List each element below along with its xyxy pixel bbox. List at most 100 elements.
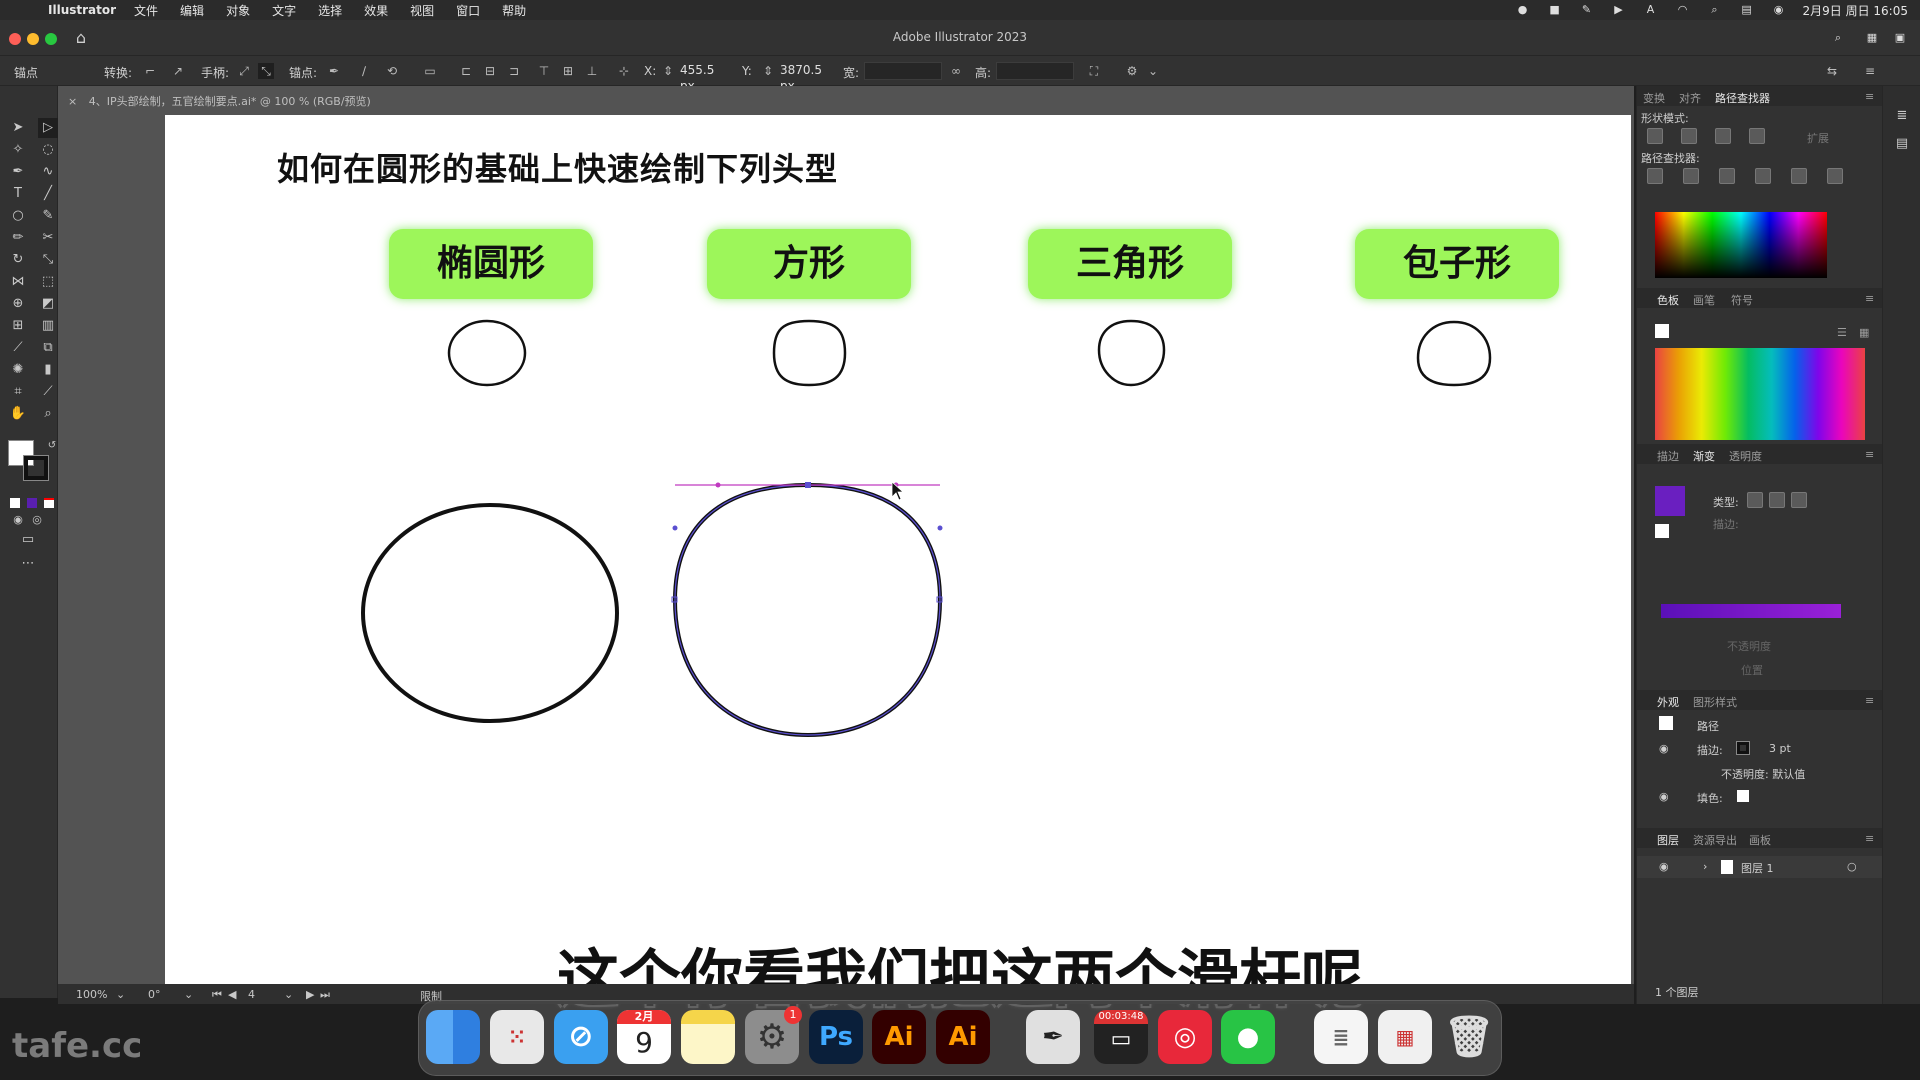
radial-gradient-icon[interactable] bbox=[1769, 492, 1785, 508]
draw-normal-icon[interactable]: ◉ bbox=[8, 510, 28, 530]
fill-color-swatch[interactable] bbox=[1737, 790, 1749, 802]
eye-icon[interactable]: ◉ bbox=[1659, 860, 1669, 873]
netease-music-icon[interactable]: ◎ bbox=[1158, 1010, 1212, 1064]
live-paint-tool-icon[interactable]: ◩ bbox=[38, 294, 58, 314]
calendar-icon[interactable]: 2月 9 bbox=[617, 1010, 671, 1064]
swap-fill-stroke-icon[interactable]: ↺ bbox=[42, 436, 62, 456]
small-square-head[interactable] bbox=[772, 319, 847, 387]
finder-icon[interactable] bbox=[426, 1010, 480, 1064]
tab-asset-export[interactable]: 资源导出 bbox=[1693, 832, 1737, 848]
illustrator-icon[interactable]: Ai bbox=[936, 1010, 990, 1064]
zoom-tool-icon[interactable]: ⌕ bbox=[38, 404, 58, 424]
symbol-sprayer-tool-icon[interactable]: ✺ bbox=[8, 360, 28, 380]
large-square-head-editing[interactable] bbox=[672, 482, 943, 738]
blend-tool-icon[interactable]: ⧉ bbox=[38, 338, 58, 358]
minus-front-icon[interactable] bbox=[1681, 128, 1697, 144]
tab-pathfinder[interactable]: 路径查找器 bbox=[1715, 90, 1770, 106]
minus-back-icon[interactable] bbox=[1827, 168, 1843, 184]
tab-swatches[interactable]: 色板 bbox=[1657, 292, 1679, 308]
screenshot-preview-icon[interactable]: ▦ bbox=[1378, 1010, 1432, 1064]
scale-tool-icon[interactable]: ⤡ bbox=[38, 250, 58, 270]
previous-artboard-icon[interactable]: ◀ bbox=[228, 988, 236, 1001]
tab-graphic-styles[interactable]: 图形样式 bbox=[1693, 694, 1737, 710]
properties-icon[interactable]: ≣ bbox=[1892, 106, 1912, 126]
magic-wand-tool-icon[interactable]: ✧ bbox=[8, 140, 28, 160]
top-anchor-point[interactable] bbox=[805, 482, 811, 488]
mesh-tool-icon[interactable]: ⊞ bbox=[8, 316, 28, 336]
gradient-slider[interactable] bbox=[1661, 604, 1841, 618]
zoom-level[interactable]: 100% bbox=[76, 988, 107, 1001]
stroke-weight-value[interactable]: 3 pt bbox=[1769, 742, 1791, 755]
panel-menu-icon[interactable]: ≡ bbox=[1865, 90, 1874, 103]
tab-transform[interactable]: 变换 bbox=[1643, 90, 1665, 106]
recorder-icon[interactable]: 00:03:48 ▭ bbox=[1094, 1010, 1148, 1064]
last-artboard-icon[interactable]: ⏭ bbox=[320, 988, 330, 1002]
none-mode-icon[interactable] bbox=[44, 498, 54, 508]
first-artboard-icon[interactable]: ⏮ bbox=[212, 988, 222, 1002]
chevron-down-icon[interactable]: ⌄ bbox=[284, 988, 293, 1001]
notes-icon[interactable] bbox=[681, 1010, 735, 1064]
tab-appearance[interactable]: 外观 bbox=[1657, 694, 1679, 710]
gradient-tool-icon[interactable]: ▥ bbox=[38, 316, 58, 336]
unite-icon[interactable] bbox=[1647, 128, 1663, 144]
ellipse-tool-icon[interactable]: ○ bbox=[8, 206, 28, 226]
hand-tool-icon[interactable]: ✋ bbox=[8, 404, 28, 424]
launchpad-icon[interactable]: ⁙ bbox=[490, 1010, 544, 1064]
trash-icon[interactable]: 🗑 bbox=[1442, 1010, 1496, 1064]
slice-tool-icon[interactable]: ⟋ bbox=[38, 382, 58, 402]
layer-target-icon[interactable]: ○ bbox=[1847, 860, 1857, 873]
line-tool-icon[interactable]: ╱ bbox=[38, 184, 58, 204]
libraries-icon[interactable]: ▤ bbox=[1892, 134, 1912, 154]
screen-mode-icon[interactable]: ▭ bbox=[18, 530, 38, 550]
panel-menu-icon[interactable]: ≡ bbox=[1865, 292, 1874, 305]
tab-gradient[interactable]: 渐变 bbox=[1693, 448, 1715, 464]
small-ellipse-head[interactable] bbox=[447, 319, 527, 387]
intersect-icon[interactable] bbox=[1715, 128, 1731, 144]
pen-tool-icon[interactable]: ✒ bbox=[8, 162, 28, 182]
layer-row[interactable]: ◉ › 图层 1 ○ bbox=[1637, 856, 1883, 878]
layer-name[interactable]: 图层 1 bbox=[1741, 860, 1774, 876]
gradient-fill-icon[interactable] bbox=[1655, 524, 1669, 538]
column-graph-tool-icon[interactable]: ▮ bbox=[38, 360, 58, 380]
tab-symbols[interactable]: 符号 bbox=[1731, 292, 1753, 308]
exclude-icon[interactable] bbox=[1749, 128, 1765, 144]
stroke-color-swatch[interactable] bbox=[1736, 741, 1750, 755]
expand-button[interactable]: 扩展 bbox=[1807, 130, 1829, 146]
safari-icon[interactable]: ⊘ bbox=[554, 1010, 608, 1064]
freeform-gradient-icon[interactable] bbox=[1791, 492, 1807, 508]
tab-brushes[interactable]: 画笔 bbox=[1693, 292, 1715, 308]
grid-view-icon[interactable]: ▦ bbox=[1859, 326, 1869, 339]
appearance-fill-label[interactable]: 填色: bbox=[1697, 790, 1723, 806]
gradient-mode-icon[interactable] bbox=[27, 498, 37, 508]
photoshop-icon[interactable]: Ps bbox=[809, 1010, 863, 1064]
color-spectrum[interactable] bbox=[1655, 212, 1827, 278]
curvature-tool-icon[interactable]: ∿ bbox=[38, 162, 58, 182]
artboard-number[interactable]: 4 bbox=[248, 988, 255, 1001]
chevron-down-icon[interactable]: ⌄ bbox=[116, 988, 125, 1001]
paintbrush-tool-icon[interactable]: ✎ bbox=[38, 206, 58, 226]
expand-layer-icon[interactable]: › bbox=[1703, 860, 1707, 873]
panel-menu-icon[interactable]: ≡ bbox=[1865, 448, 1874, 461]
shape-builder-tool-icon[interactable]: ⊕ bbox=[8, 294, 28, 314]
next-artboard-icon[interactable]: ▶ bbox=[306, 988, 314, 1001]
scissors-tool-icon[interactable]: ✂ bbox=[38, 228, 58, 248]
eyedropper-tool-icon[interactable]: ⟋ bbox=[8, 338, 28, 358]
swatch-grid[interactable] bbox=[1655, 348, 1865, 440]
tab-artboards[interactable]: 画板 bbox=[1749, 832, 1771, 848]
right-anchor-handle[interactable] bbox=[937, 525, 943, 531]
wechat-icon[interactable]: ● bbox=[1221, 1010, 1275, 1064]
free-transform-tool-icon[interactable]: ⬚ bbox=[38, 272, 58, 292]
illustrator-icon[interactable]: Ai bbox=[872, 1010, 926, 1064]
tab-layers[interactable]: 图层 bbox=[1657, 832, 1679, 848]
eye-icon[interactable]: ◉ bbox=[1659, 790, 1669, 803]
large-ellipse-head[interactable] bbox=[361, 503, 619, 723]
width-tool-icon[interactable]: ⋈ bbox=[8, 272, 28, 292]
tab-stroke[interactable]: 描边 bbox=[1657, 448, 1679, 464]
small-triangle-head[interactable] bbox=[1097, 319, 1166, 387]
type-tool-icon[interactable]: T bbox=[8, 184, 28, 204]
small-bun-head[interactable] bbox=[1416, 320, 1492, 387]
divide-icon[interactable] bbox=[1647, 168, 1663, 184]
document-preview-icon[interactable]: ≣ bbox=[1314, 1010, 1368, 1064]
rotation-value[interactable]: 0° bbox=[148, 988, 161, 1001]
pencil-tool-icon[interactable]: ✏ bbox=[8, 228, 28, 248]
